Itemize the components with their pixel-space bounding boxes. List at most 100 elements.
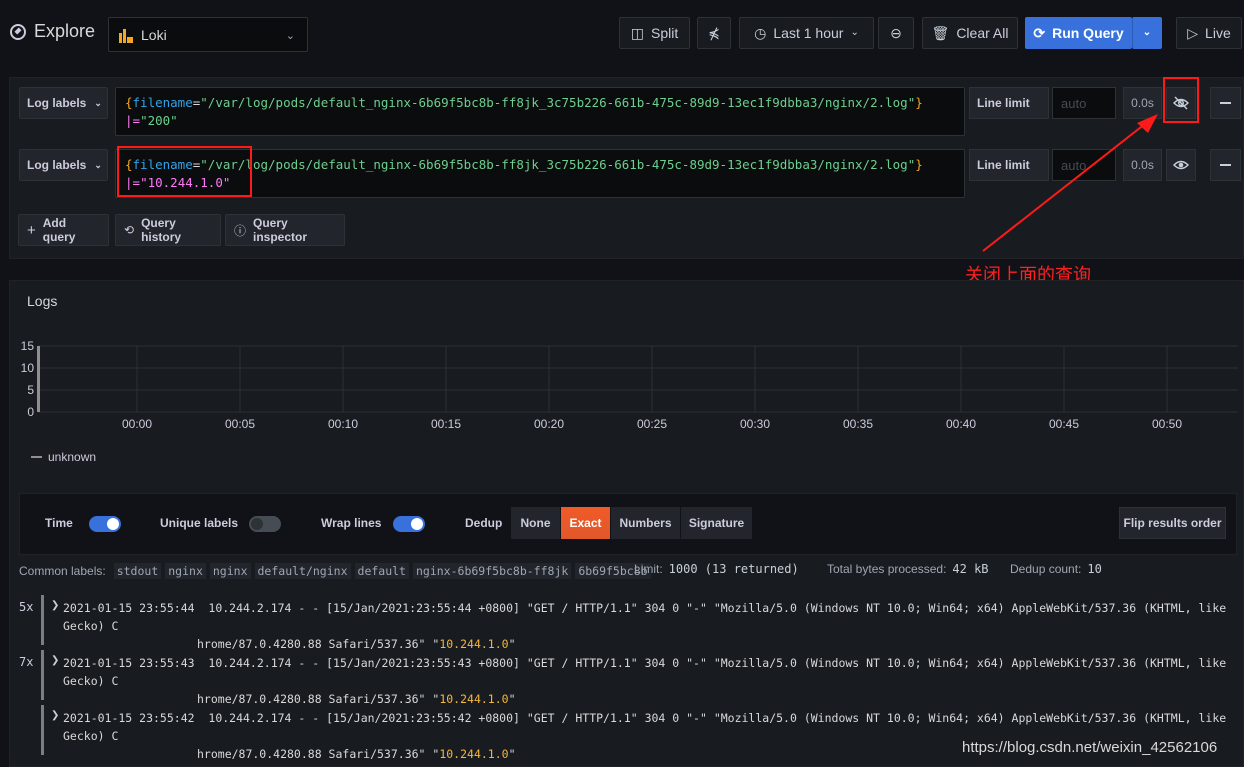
annotation-arrow (982, 114, 1158, 252)
clear-all-label: Clear All (956, 25, 1009, 41)
dedup-exact[interactable]: Exact (561, 507, 611, 539)
dedup-count-stat: Dedup count: 10 (1010, 562, 1102, 576)
page-title: Explore (10, 21, 95, 42)
sync-icon: ⟳ (1033, 25, 1046, 41)
chevron-right-icon[interactable]: ❯ (51, 710, 59, 721)
chevron-right-icon[interactable]: ❯ (51, 655, 59, 666)
chevron-down-icon: ⌄ (94, 97, 102, 108)
run-query-dropdown[interactable]: ⌄ (1132, 17, 1162, 49)
time-range-picker[interactable]: ◷ Last 1 hour ⌄ (739, 17, 874, 49)
log-line: 2021-01-15 23:55:44 10.244.2.174 - - [15… (63, 601, 1234, 651)
common-labels-title: Common labels: (19, 564, 106, 578)
wrap-lines-toggle-label: Wrap lines (321, 516, 382, 530)
log-level-bar (41, 705, 44, 755)
label-tag: default/nginx (254, 563, 351, 579)
x-tick-label: 00:20 (534, 417, 564, 431)
clear-all-button[interactable]: 🗑 Clear All (922, 17, 1018, 49)
unique-labels-toggle[interactable] (249, 516, 281, 532)
split-button[interactable]: ◫ Split (619, 17, 690, 49)
log-labels-button[interactable]: Log labels ⌄ (19, 149, 108, 181)
dedup-count-badge: 5x (19, 600, 34, 614)
logs-panel-title: Logs (27, 293, 58, 309)
chart-legend[interactable]: unknown (31, 450, 96, 464)
dedup-numbers[interactable]: Numbers (611, 507, 681, 539)
y-tick-label: 15 (21, 339, 35, 353)
limit-stat: Limit: 1000 (13 returned) (634, 562, 799, 576)
chevron-right-icon[interactable]: ❯ (51, 600, 59, 611)
info-circle-icon: ⓘ (234, 223, 247, 238)
dedup-signature[interactable]: Signature (681, 507, 753, 539)
x-tick-label: 00:50 (1152, 417, 1182, 431)
limit-stat-value: 1000 (13 returned) (668, 562, 799, 576)
x-tick-label: 00:45 (1049, 417, 1079, 431)
live-label: Live (1205, 25, 1231, 41)
log-row[interactable]: 7x ❯ 2021-01-15 23:55:43 10.244.2.174 - … (10, 650, 1244, 706)
label-tag: nginx (209, 563, 251, 579)
share-icon: ⋠ (708, 25, 720, 41)
log-level-bar (41, 650, 44, 700)
query-inspector-button[interactable]: ⓘ Query inspector (225, 214, 345, 246)
bytes-stat-label: Total bytes processed: (827, 562, 947, 576)
play-icon: ▷ (1187, 25, 1199, 41)
zoom-out-button[interactable]: ⊖ (878, 17, 914, 49)
x-tick-label: 00:30 (740, 417, 770, 431)
label-tag: default (354, 563, 409, 579)
log-labels-button[interactable]: Log labels ⌄ (19, 87, 108, 119)
chevron-down-icon: ⌄ (285, 30, 295, 42)
log-labels-label: Log labels (27, 96, 87, 110)
legend-series-label: unknown (48, 450, 97, 464)
bytes-stat-value: 42 kB (952, 562, 989, 576)
history-icon: ⟲ (124, 223, 135, 237)
dedup-none[interactable]: None (511, 507, 561, 539)
columns-icon: ◫ (630, 25, 644, 41)
eye-icon (1173, 160, 1189, 170)
annotation-highlight-filter (117, 146, 252, 197)
chevron-down-icon: ⌄ (1142, 27, 1152, 38)
top-bar: Explore Loki ⌄ ◫ Split ⋠ ◷ Last 1 hour ⌄… (0, 4, 1244, 60)
log-line: 2021-01-15 23:55:43 10.244.2.174 - - [15… (63, 656, 1234, 706)
chevron-down-icon: ⌄ (94, 159, 102, 170)
query-editor[interactable]: {filename="/var/log/pods/default_nginx-6… (115, 87, 965, 136)
chevron-down-icon: ⌄ (850, 27, 859, 38)
remove-query-button[interactable] (1210, 87, 1241, 119)
live-button[interactable]: ▷ Live (1176, 17, 1242, 49)
query-history-button[interactable]: ⟲ Query history (115, 214, 221, 246)
dedup-count-value: 10 (1087, 562, 1102, 576)
wrap-lines-toggle[interactable] (393, 516, 425, 532)
share-button[interactable]: ⋠ (697, 17, 731, 49)
run-query-button[interactable]: ⟳ Run Query (1025, 17, 1132, 49)
datasource-name: Loki (141, 26, 167, 43)
query-inspector-label: Query inspector (253, 216, 308, 244)
log-labels-label: Log labels (27, 158, 87, 172)
x-tick-label: 00:25 (637, 417, 667, 431)
x-tick-label: 00:05 (225, 417, 255, 431)
x-tick-label: 00:10 (328, 417, 358, 431)
x-tick-label: 00:40 (946, 417, 976, 431)
time-toggle[interactable] (89, 516, 121, 532)
y-axis-edge (37, 346, 40, 412)
log-level-bar (41, 595, 44, 645)
label-tag: nginx (165, 563, 206, 579)
time-range-label: Last 1 hour (773, 25, 844, 41)
zoom-out-icon: ⊖ (890, 25, 902, 41)
flip-results-order-button[interactable]: Flip results order (1119, 507, 1226, 539)
y-tick-label: 5 (27, 383, 34, 397)
limit-stat-label: Limit: (634, 562, 663, 576)
trash-icon: 🗑 (931, 25, 950, 41)
plus-icon: + (27, 221, 36, 239)
page-title-text: Explore (34, 21, 96, 41)
bytes-stat: Total bytes processed: 42 kB (827, 562, 989, 576)
minus-icon (1220, 164, 1231, 166)
add-query-label: Add query (42, 216, 76, 244)
datasource-picker[interactable]: Loki ⌄ (108, 17, 308, 52)
label-tag: nginx-6b69f5bc8b-ff8jk (412, 563, 572, 579)
dedup-label: Dedup (465, 516, 503, 530)
add-query-button[interactable]: + Add query (18, 214, 109, 246)
watermark-url: https://blog.csdn.net/weixin_42562106 (962, 739, 1218, 756)
legend-line-swatch (31, 456, 42, 458)
x-tick-label: 00:35 (843, 417, 873, 431)
log-row[interactable]: 5x ❯ 2021-01-15 23:55:44 10.244.2.174 - … (10, 595, 1244, 651)
clock-icon: ◷ (754, 25, 767, 41)
x-tick-label: 00:15 (431, 417, 461, 431)
remove-query-button[interactable] (1210, 149, 1241, 181)
